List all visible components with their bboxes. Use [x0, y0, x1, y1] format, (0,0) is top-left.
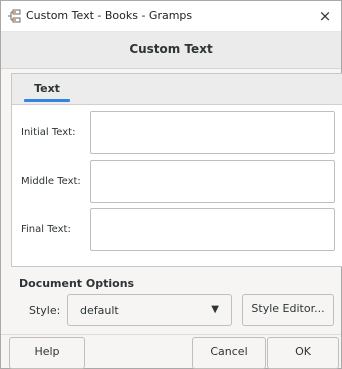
- title-bar[interactable]: Custom Text - Books - Gramps ×: [1, 1, 341, 32]
- style-editor-button[interactable]: Style Editor...: [242, 294, 334, 326]
- custom-text-dialog: Custom Text - Books - Gramps × Custom Te…: [0, 0, 342, 369]
- final-text-label: Final Text:: [21, 224, 71, 235]
- style-label: Style:: [29, 304, 61, 317]
- ok-button[interactable]: OK: [267, 337, 339, 369]
- options-notebook: Text Initial Text: Middle Text: Final Te…: [11, 73, 342, 267]
- dialog-heading: Custom Text: [129, 42, 213, 56]
- final-text-field[interactable]: [90, 208, 335, 251]
- tab-text[interactable]: Text: [20, 80, 74, 102]
- initial-text-field[interactable]: [90, 111, 335, 154]
- middle-text-label: Middle Text:: [21, 176, 81, 187]
- gramps-tree-icon: [7, 9, 23, 23]
- style-select-value: default: [80, 304, 119, 317]
- help-button[interactable]: Help: [9, 337, 85, 369]
- dialog-header: Custom Text: [1, 32, 341, 69]
- divider: [1, 334, 341, 335]
- cancel-button[interactable]: Cancel: [192, 337, 266, 369]
- initial-text-label: Initial Text:: [21, 127, 76, 138]
- tab-strip: Text: [12, 74, 342, 105]
- tab-text-label: Text: [34, 82, 60, 95]
- middle-text-field[interactable]: [90, 160, 335, 203]
- style-select[interactable]: default ▼: [67, 294, 232, 326]
- document-options-heading: Document Options: [19, 277, 135, 290]
- active-tab-indicator: [24, 99, 70, 102]
- close-icon[interactable]: ×: [313, 5, 337, 27]
- dropdown-arrow-icon: ▼: [211, 304, 219, 315]
- window-title: Custom Text - Books - Gramps: [26, 9, 193, 22]
